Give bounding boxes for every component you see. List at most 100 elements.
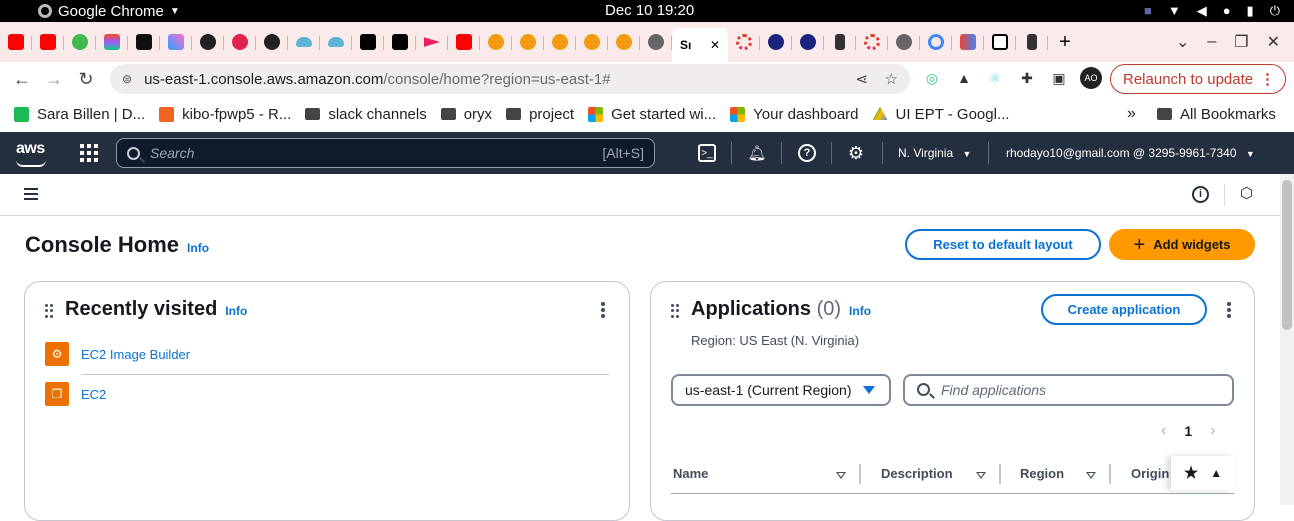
bookmark-item[interactable]: Get started wi... xyxy=(588,106,716,123)
info-link[interactable]: Info xyxy=(187,241,209,255)
help-icon[interactable]: ? xyxy=(798,144,816,162)
services-grid-icon[interactable] xyxy=(80,144,98,162)
bookmark-folder[interactable]: project xyxy=(506,106,574,123)
tab-bot[interactable] xyxy=(128,26,160,58)
app-menu[interactable]: Google Chrome ▼ xyxy=(38,3,180,20)
tab-youtube-1[interactable] xyxy=(0,26,32,58)
menu-hamburger-icon[interactable] xyxy=(24,188,38,200)
tab-nest[interactable] xyxy=(224,26,256,58)
bookmark-star-icon[interactable]: ☆ xyxy=(885,70,898,88)
tab-globe-2[interactable] xyxy=(888,26,920,58)
drag-handle-icon[interactable] xyxy=(45,304,53,318)
tab-cloud-1[interactable] xyxy=(288,26,320,58)
info-link[interactable]: Info xyxy=(849,304,871,318)
recent-service-link[interactable]: ⚙ EC2 Image Builder xyxy=(45,342,190,366)
column-header-region[interactable]: Region xyxy=(1020,466,1064,481)
tab-e-5[interactable] xyxy=(608,26,640,58)
tab-red-ring-1[interactable] xyxy=(728,26,760,58)
back-icon[interactable]: ← xyxy=(6,69,38,90)
region-select[interactable]: us-east-1 (Current Region) xyxy=(671,374,891,406)
tab-arrow[interactable] xyxy=(416,26,448,58)
tab-muted[interactable] xyxy=(1016,26,1048,58)
extension-angular-icon[interactable]: ▲ xyxy=(954,68,974,88)
bookmark-item[interactable]: Sara Billen | D... xyxy=(14,106,145,123)
profile-avatar[interactable]: AO xyxy=(1080,67,1102,89)
tab-notion[interactable] xyxy=(984,26,1016,58)
sort-icon[interactable] xyxy=(836,472,846,479)
bookmark-item[interactable]: kibo-fpwp5 - R... xyxy=(159,106,291,123)
tab-youtube-3[interactable] xyxy=(448,26,480,58)
tab-e-2[interactable] xyxy=(512,26,544,58)
tab-gmail[interactable] xyxy=(952,26,984,58)
sort-icon[interactable] xyxy=(1086,472,1096,479)
column-header-name[interactable]: Name xyxy=(673,466,708,481)
tab-search-icon[interactable]: ⌄ xyxy=(1176,32,1189,52)
recent-service-link[interactable]: ❐ EC2 xyxy=(45,382,106,406)
tab-copilot[interactable] xyxy=(160,26,192,58)
extension-ring-icon[interactable]: ◎ xyxy=(922,68,942,88)
bookmarks-overflow[interactable]: » xyxy=(1127,105,1136,123)
forward-icon[interactable]: → xyxy=(38,69,70,90)
info-panel-icon[interactable]: i xyxy=(1192,186,1209,203)
column-header-origin[interactable]: Origin xyxy=(1131,466,1169,481)
window-close-icon[interactable]: ✕ xyxy=(1267,32,1280,52)
tab-figma[interactable] xyxy=(96,26,128,58)
react-devtools-icon[interactable]: ⚛ xyxy=(985,68,1005,88)
widget-actions-icon[interactable] xyxy=(1227,302,1231,318)
tab-youtube-2[interactable] xyxy=(32,26,64,58)
favorite-star-icon[interactable]: ★ xyxy=(1184,463,1198,483)
cloudshell-icon[interactable]: >_ xyxy=(698,144,716,162)
reset-layout-button[interactable]: Reset to default layout xyxy=(905,229,1101,260)
new-tab-button[interactable]: + xyxy=(1048,31,1082,54)
drag-handle-icon[interactable] xyxy=(671,304,679,318)
all-bookmarks[interactable]: All Bookmarks xyxy=(1157,106,1276,123)
system-tray[interactable]: ■ ▼ ◀ ● ▮ ⏻ xyxy=(1144,3,1280,19)
tab-github-1[interactable] xyxy=(192,26,224,58)
tab-green[interactable] xyxy=(64,26,96,58)
region-selector[interactable]: N. Virginia ▼ xyxy=(898,146,971,160)
tab-e-4[interactable] xyxy=(576,26,608,58)
aws-search-input[interactable]: Search [Alt+S] xyxy=(116,138,655,168)
address-bar[interactable]: ⊜ us-east-1.console.aws.amazon.com/conso… xyxy=(110,64,910,94)
tab-circle-blue[interactable] xyxy=(920,26,952,58)
info-link[interactable]: Info xyxy=(225,304,247,318)
reload-icon[interactable]: ↻ xyxy=(70,69,102,90)
clock[interactable]: Dec 10 19:20 xyxy=(605,2,694,19)
tab-audio[interactable] xyxy=(824,26,856,58)
tab-red-ring-2[interactable] xyxy=(856,26,888,58)
restore-icon[interactable]: ❐ xyxy=(1234,32,1248,52)
close-icon[interactable]: ✕ xyxy=(710,38,720,52)
tab-medium-1[interactable] xyxy=(352,26,384,58)
tab-github-2[interactable] xyxy=(256,26,288,58)
page-number[interactable]: 1 xyxy=(1184,423,1192,439)
page-scrollbar[interactable] xyxy=(1280,174,1294,505)
bookmark-item[interactable]: Your dashboard xyxy=(730,106,859,123)
bookmark-folder[interactable]: slack channels xyxy=(305,106,427,123)
tab-active[interactable]: Sı ✕ xyxy=(672,28,728,62)
next-page-icon[interactable]: › xyxy=(1210,422,1215,440)
tab-cloud-2[interactable] xyxy=(320,26,352,58)
column-header-description[interactable]: Description xyxy=(881,466,953,481)
extensions-puzzle-icon[interactable]: ✚ xyxy=(1017,68,1037,88)
collapse-up-icon[interactable]: ▲ xyxy=(1210,466,1222,480)
tab-medium-2[interactable] xyxy=(384,26,416,58)
site-info-icon[interactable]: ⊜ xyxy=(122,72,132,86)
share-icon[interactable]: ⋖ xyxy=(855,70,868,88)
settings-gear-icon[interactable]: ⚙ xyxy=(847,143,865,163)
tab-e-3[interactable] xyxy=(544,26,576,58)
prev-page-icon[interactable]: ‹ xyxy=(1161,422,1166,440)
amazon-q-icon[interactable]: ⬡ xyxy=(1240,186,1256,202)
notifications-bell-icon[interactable]: 🔔︎ xyxy=(747,144,766,162)
relaunch-button[interactable]: Relaunch to update ⋮ xyxy=(1110,64,1286,94)
add-widgets-button[interactable]: + Add widgets xyxy=(1109,229,1255,260)
widget-actions-icon[interactable] xyxy=(601,302,605,318)
create-application-button[interactable]: Create application xyxy=(1041,294,1207,325)
find-applications-input[interactable]: Find applications xyxy=(903,374,1234,406)
aws-logo[interactable]: aws xyxy=(16,140,46,167)
sort-icon[interactable] xyxy=(976,472,986,479)
bookmark-item[interactable]: UI EPT - Googl... xyxy=(872,106,1009,123)
tab-globe[interactable] xyxy=(640,26,672,58)
minimize-icon[interactable]: – xyxy=(1207,33,1216,51)
bookmark-folder[interactable]: oryx xyxy=(440,106,492,123)
tab-b-1[interactable] xyxy=(760,26,792,58)
